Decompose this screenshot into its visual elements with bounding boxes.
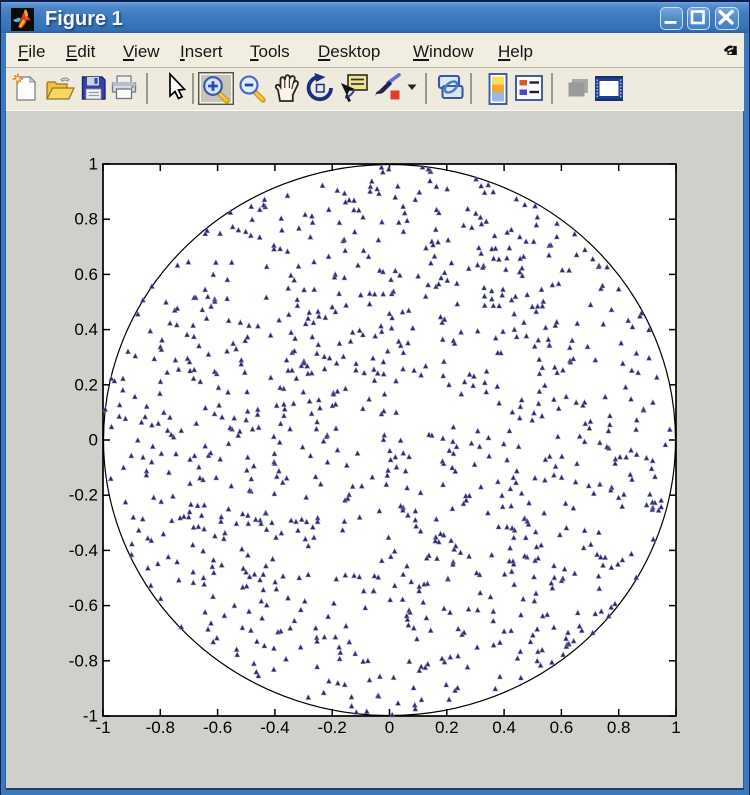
svg-text:-1: -1 — [83, 707, 98, 726]
svg-text:-0.4: -0.4 — [69, 541, 98, 560]
svg-text:0: 0 — [385, 718, 394, 737]
svg-text:-0.8: -0.8 — [69, 651, 98, 670]
svg-text:-0.4: -0.4 — [260, 718, 289, 737]
svg-text:0.2: 0.2 — [435, 718, 459, 737]
svg-text:0.8: 0.8 — [607, 718, 631, 737]
svg-text:-0.2: -0.2 — [69, 486, 98, 505]
svg-text:0.6: 0.6 — [550, 718, 574, 737]
svg-text:-0.6: -0.6 — [69, 596, 98, 615]
svg-text:-0.2: -0.2 — [318, 718, 347, 737]
svg-text:0.6: 0.6 — [74, 265, 98, 284]
svg-text:0.4: 0.4 — [74, 320, 98, 339]
svg-text:0.4: 0.4 — [492, 718, 516, 737]
svg-text:1: 1 — [671, 718, 680, 737]
svg-text:0: 0 — [89, 431, 98, 450]
svg-text:0.2: 0.2 — [74, 375, 98, 394]
svg-text:0.8: 0.8 — [74, 210, 98, 229]
svg-text:1: 1 — [89, 155, 98, 174]
svg-text:-0.6: -0.6 — [203, 718, 232, 737]
svg-text:-0.8: -0.8 — [146, 718, 175, 737]
